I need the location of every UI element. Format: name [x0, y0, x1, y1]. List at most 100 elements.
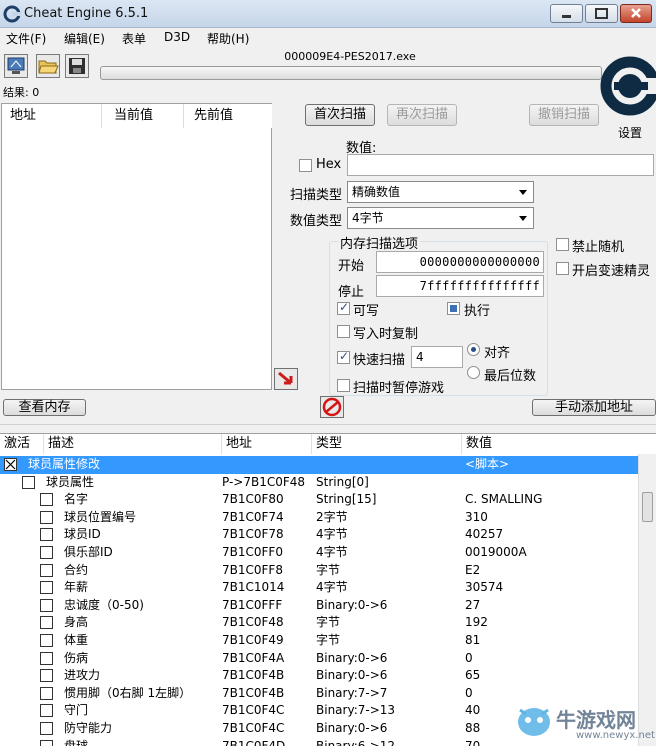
column-type[interactable]: 类型	[312, 434, 462, 454]
column-address[interactable]: 地址	[2, 104, 102, 128]
no-random-checkbox[interactable]	[556, 238, 569, 251]
activate-checkbox[interactable]	[40, 616, 53, 630]
table-row[interactable]: 进攻力 7B1C0F4B Binary:0->6 65	[0, 667, 638, 685]
align-label: 对齐	[484, 346, 511, 361]
activate-checkbox[interactable]	[22, 475, 35, 489]
row-type: 字节	[316, 615, 341, 630]
activate-checkbox[interactable]	[40, 686, 53, 700]
maximize-button[interactable]	[585, 4, 618, 23]
activate-checkbox[interactable]	[40, 493, 53, 507]
add-address-manually-button[interactable]: 手动添加地址	[532, 399, 656, 416]
start-address-input[interactable]: 0000000000000000	[376, 251, 544, 273]
table-row[interactable]: 年薪 7B1C1014 4字节 30574	[0, 579, 638, 597]
activate-checkbox[interactable]	[40, 669, 53, 683]
row-type: String[15]	[316, 492, 377, 507]
activate-checkbox[interactable]	[40, 563, 53, 577]
speedhack-label: 开启变速精灵	[572, 264, 651, 279]
minimize-button[interactable]	[550, 4, 583, 23]
activate-checkbox[interactable]	[40, 704, 53, 718]
column-current-value[interactable]: 当前值	[106, 104, 184, 128]
undo-scan-button[interactable]: 撤销扫描	[529, 104, 599, 126]
no-entry-icon	[322, 397, 342, 417]
open-process-button[interactable]	[4, 54, 28, 78]
clear-list-button[interactable]	[320, 396, 344, 418]
row-description: 球员属性修改	[28, 457, 101, 471]
table-row[interactable]: 俱乐部ID 7B1C0FF0 4字节 0019000A	[0, 544, 638, 562]
table-row[interactable]: 名字 7B1C0F80 String[15] C. SMALLING	[0, 491, 638, 509]
next-scan-button[interactable]: 再次扫描	[387, 104, 457, 126]
table-row[interactable]: 球员属性修改 <脚本>	[0, 456, 638, 474]
value-input[interactable]	[347, 154, 654, 176]
column-value[interactable]: 数值	[462, 434, 656, 454]
activate-checkbox[interactable]	[40, 581, 53, 595]
activate-checkbox[interactable]	[40, 528, 53, 542]
close-button[interactable]	[620, 4, 652, 23]
row-description: 球员位置编号	[64, 509, 137, 524]
activate-checkbox[interactable]	[40, 546, 53, 559]
fast-scan-input[interactable]: 4	[411, 346, 463, 368]
activate-checkbox[interactable]	[40, 634, 53, 647]
row-type: 字节	[316, 633, 341, 647]
writable-checkbox[interactable]	[337, 300, 350, 315]
column-description[interactable]: 描述	[44, 434, 222, 454]
settings-logo[interactable]	[600, 48, 656, 122]
row-description: 体重	[64, 633, 89, 647]
open-file-button[interactable]	[36, 54, 60, 78]
activate-checkbox[interactable]	[40, 651, 53, 665]
table-row[interactable]: 球员ID 7B1C0F78 4字节 40257	[0, 526, 638, 544]
executable-checkbox[interactable]	[447, 302, 460, 315]
align-radio[interactable]	[467, 343, 480, 356]
activate-checkbox[interactable]	[40, 598, 53, 612]
found-address-list[interactable]: 地址 当前值 先前值	[1, 103, 272, 390]
save-button[interactable]	[65, 54, 89, 78]
pause-game-label: 扫描时暂停游戏	[353, 381, 445, 396]
table-row[interactable]: 球员属性 P->7B1C0F48 String[0]	[0, 474, 638, 492]
row-value: 65	[465, 668, 481, 683]
row-value: 81	[465, 633, 481, 647]
table-row[interactable]: 合约 7B1C0FF8 字节 E2	[0, 562, 638, 580]
writable-label: 可写	[353, 304, 380, 319]
menu-table[interactable]: 表单	[122, 30, 146, 47]
stop-address-input[interactable]: 7fffffffffffffff	[376, 275, 544, 297]
start-label: 开始	[338, 259, 365, 274]
row-description: 守门	[64, 703, 89, 718]
scrollbar-thumb[interactable]	[642, 492, 653, 522]
row-value: 70	[465, 738, 481, 746]
activate-checkbox[interactable]	[40, 510, 53, 524]
row-address: 7B1C0FFF	[222, 597, 283, 612]
speedhack-checkbox[interactable]	[556, 262, 569, 275]
add-to-list-button[interactable]	[274, 368, 298, 390]
fast-scan-checkbox[interactable]	[337, 349, 350, 364]
row-type: Binary:0->6	[316, 668, 388, 683]
row-value: 310	[465, 509, 488, 524]
cheat-engine-logo-icon	[600, 56, 656, 116]
table-row[interactable]: 伤病 7B1C0F4A Binary:0->6 0	[0, 650, 638, 668]
value-type-select[interactable]: 4字节	[347, 207, 534, 229]
view-memory-button[interactable]: 查看内存	[3, 399, 86, 416]
menu-edit[interactable]: 编辑(E)	[64, 30, 105, 47]
last-digits-radio[interactable]	[467, 366, 480, 379]
table-row[interactable]: 身高 7B1C0F48 字节 192	[0, 614, 638, 632]
table-row[interactable]: 球员位置编号 7B1C0F74 2字节 310	[0, 509, 638, 527]
menu-help[interactable]: 帮助(H)	[207, 30, 249, 47]
scan-type-select[interactable]: 精确数值	[347, 181, 534, 203]
activate-checkbox[interactable]	[4, 458, 17, 471]
column-address[interactable]: 地址	[222, 434, 312, 454]
activate-checkbox[interactable]	[40, 739, 53, 746]
column-active[interactable]: 激活	[0, 434, 44, 454]
row-address: 7B1C0F4C	[222, 721, 285, 735]
scan-type-value: 精确数值	[352, 185, 401, 199]
copy-on-write-checkbox[interactable]	[337, 325, 350, 338]
first-scan-button[interactable]: 首次扫描	[305, 104, 375, 126]
table-row[interactable]: 体重 7B1C0F49 字节 81	[0, 632, 638, 650]
no-random-label: 禁止随机	[572, 240, 625, 255]
menu-d3d[interactable]: D3D	[164, 30, 190, 44]
column-previous-value[interactable]: 先前值	[186, 104, 272, 128]
settings-label[interactable]: 设置	[618, 124, 642, 141]
table-row[interactable]: 忠诚度（0-50) 7B1C0FFF Binary:0->6 27	[0, 597, 638, 615]
activate-checkbox[interactable]	[40, 722, 53, 735]
splitter[interactable]	[0, 424, 656, 430]
menu-file[interactable]: 文件(F)	[6, 30, 46, 47]
pause-game-checkbox[interactable]	[337, 379, 350, 392]
hex-checkbox[interactable]	[299, 159, 312, 172]
